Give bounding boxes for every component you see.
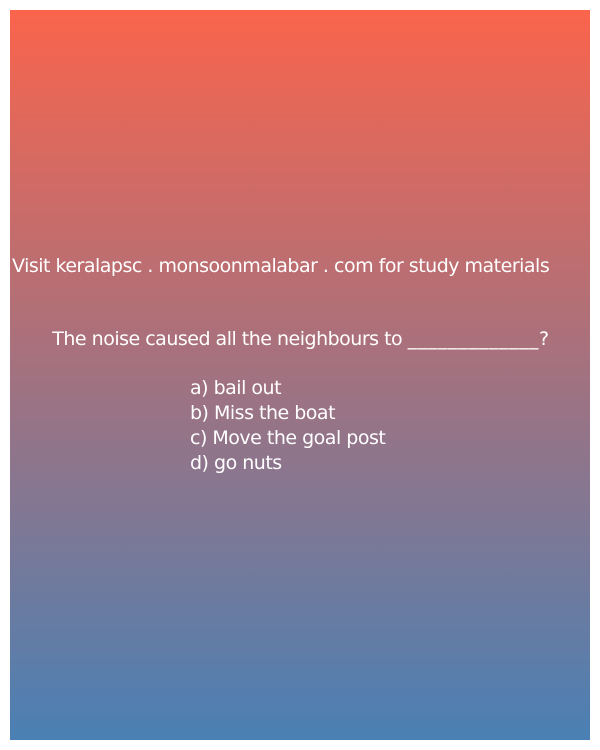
question: The noise caused all the neighbours to _… <box>13 330 589 349</box>
question-blank: _____________? <box>407 328 550 350</box>
quiz-card: Visit keralapsc . monsoonmalabar . com f… <box>10 10 590 740</box>
promo-text: Visit keralapsc . monsoonmalabar . com f… <box>12 255 550 277</box>
option-d: d) go nuts <box>190 452 282 474</box>
options-list: a) bail out b) Miss the boat c) Move the… <box>190 376 386 476</box>
question-text: The noise caused all the neighbours to <box>52 328 408 350</box>
option-b: b) Miss the boat <box>190 402 336 424</box>
option-c: c) Move the goal post <box>190 427 386 449</box>
option-a: a) bail out <box>190 377 282 399</box>
